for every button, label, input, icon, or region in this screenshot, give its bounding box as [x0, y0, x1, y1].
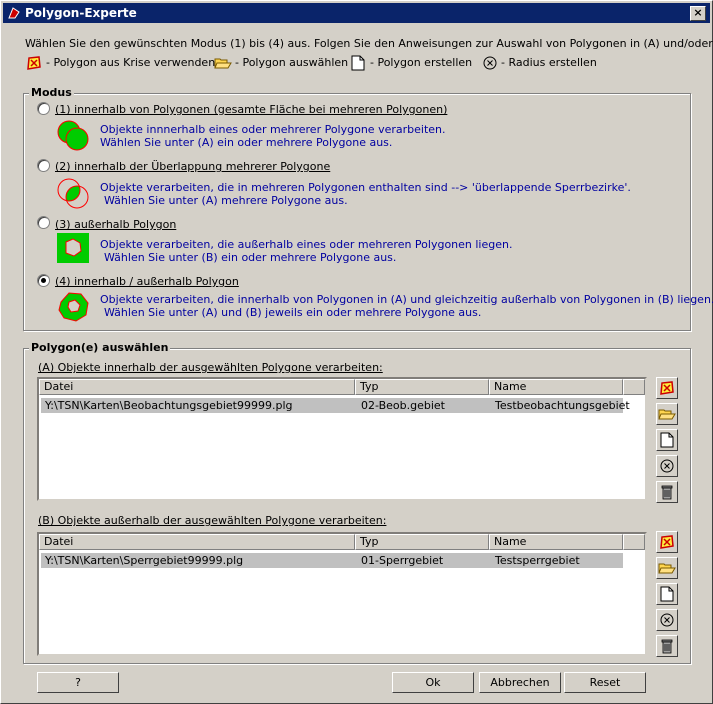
a-delete-button[interactable] [656, 481, 678, 503]
open-folder-icon [214, 58, 232, 69]
list-a-col-type[interactable]: Typ [355, 379, 489, 395]
dialog-window: Polygon-Experte × Wählen Sie den gewünsc… [0, 0, 713, 704]
legend-crisis: - Polygon aus Krise verwenden [46, 56, 216, 69]
crisis-polygon-icon [27, 56, 41, 70]
b-delete-button[interactable] [656, 635, 678, 657]
list-b-col-type[interactable]: Typ [355, 534, 489, 550]
trash-icon [661, 485, 673, 500]
mode-3-radio[interactable] [37, 216, 50, 229]
mode-1-desc-2: Wählen Sie unter (A) ein oder mehrere Po… [100, 136, 393, 149]
list-a-label: (A) Objekte innerhalb der ausgewählten P… [38, 361, 383, 374]
list-b-label: (B) Objekte außerhalb der ausgewählten P… [38, 514, 387, 527]
mode-4-polygon-icon [58, 292, 89, 322]
table-row[interactable]: Y:\TSN\Karten\Sperrgebiet99999.plg 01-Sp… [41, 553, 623, 568]
list-a-row-name: Testbeobachtungsgebiet [495, 399, 630, 412]
crisis-polygon-icon [660, 535, 674, 549]
mode-4-label[interactable]: (4) innerhalb / außerhalb Polygon [55, 275, 239, 288]
legend-radius: - Radius erstellen [501, 56, 597, 69]
intro-text: Wählen Sie den gewünschten Modus (1) bis… [25, 37, 713, 50]
mode-3-label[interactable]: (3) außerhalb Polygon [55, 218, 176, 231]
window-title: Polygon-Experte [25, 6, 137, 20]
b-select-button[interactable] [656, 557, 678, 579]
list-b-col-file[interactable]: Datei [39, 534, 355, 550]
modus-title: Modus [29, 86, 74, 99]
mode-3-polygon-icon [57, 233, 89, 263]
b-create-button[interactable] [656, 583, 678, 605]
open-folder-icon [658, 409, 676, 420]
mode-1-desc-1: Objekte innnerhalb eines oder mehrerer P… [100, 123, 446, 136]
list-a[interactable]: Datei Typ Name Y:\TSN\Karten\Beobachtung… [37, 377, 647, 501]
a-radius-button[interactable] [656, 455, 678, 477]
mode-2-label[interactable]: (2) innerhalb der Überlappung mehrerer P… [55, 160, 330, 173]
list-a-col-spacer [623, 379, 645, 395]
list-b-col-name[interactable]: Name [489, 534, 623, 550]
polygon-select-title: Polygon(e) auswählen [29, 341, 171, 354]
list-b-row-file: Y:\TSN\Karten\Sperrgebiet99999.plg [45, 554, 244, 567]
a-select-button[interactable] [656, 403, 678, 425]
b-crisis-button[interactable] [656, 531, 678, 553]
help-button[interactable]: ? [37, 672, 119, 693]
mode-2-radio[interactable] [37, 159, 50, 172]
reset-button[interactable]: Reset [564, 672, 646, 693]
mode-1-radio[interactable] [37, 102, 50, 115]
list-b[interactable]: Datei Typ Name Y:\TSN\Karten\Sperrgebiet… [37, 532, 647, 656]
list-a-col-file[interactable]: Datei [39, 379, 355, 395]
open-folder-icon [658, 563, 676, 574]
mode-2-polygon-icon [57, 178, 89, 209]
mode-4-desc-1: Objekte verarbeiten, die innerhalb von P… [100, 293, 713, 306]
list-a-row-file: Y:\TSN\Karten\Beobachtungsgebiet99999.pl… [45, 399, 293, 412]
radius-icon [483, 56, 497, 70]
list-b-row-name: Testsperrgebiet [495, 554, 580, 567]
new-page-icon [660, 586, 674, 602]
b-radius-button[interactable] [656, 609, 678, 631]
mode-4-radio[interactable] [37, 274, 50, 287]
mode-3-desc-2: Wählen Sie unter (B) ein oder mehrere Po… [104, 251, 397, 264]
app-icon [8, 7, 20, 19]
a-crisis-button[interactable] [656, 377, 678, 399]
a-create-button[interactable] [656, 429, 678, 451]
list-a-col-name[interactable]: Name [489, 379, 623, 395]
list-b-col-spacer [623, 534, 645, 550]
legend-create: - Polygon erstellen [370, 56, 473, 69]
ok-button[interactable]: Ok [392, 672, 474, 693]
new-page-icon [660, 432, 674, 448]
table-row[interactable]: Y:\TSN\Karten\Beobachtungsgebiet99999.pl… [41, 398, 630, 413]
radius-icon [660, 459, 674, 473]
mode-2-desc-2: Wählen Sie unter (A) mehrere Polygone au… [104, 194, 348, 207]
list-a-row-type: 02-Beob.gebiet [361, 399, 445, 412]
mode-1-label[interactable]: (1) innerhalb von Polygonen (gesamte Flä… [55, 103, 447, 116]
mode-1-polygon-icon [57, 120, 89, 151]
list-b-row-type: 01-Sperrgebiet [361, 554, 444, 567]
title-bar[interactable]: Polygon-Experte × [3, 3, 710, 23]
mode-3-desc-1: Objekte verarbeiten, die außerhalb eines… [100, 238, 513, 251]
radius-icon [660, 613, 674, 627]
mode-4-desc-2: Wählen Sie unter (A) und (B) jeweils ein… [104, 306, 482, 319]
trash-icon [661, 639, 673, 654]
cancel-button[interactable]: Abbrechen [479, 672, 561, 693]
legend-select: - Polygon auswählen [235, 56, 349, 69]
crisis-polygon-icon [660, 381, 674, 395]
mode-2-desc-1: Objekte verarbeiten, die in mehreren Pol… [100, 181, 631, 194]
new-page-icon [351, 55, 365, 71]
close-button[interactable]: × [690, 6, 706, 21]
